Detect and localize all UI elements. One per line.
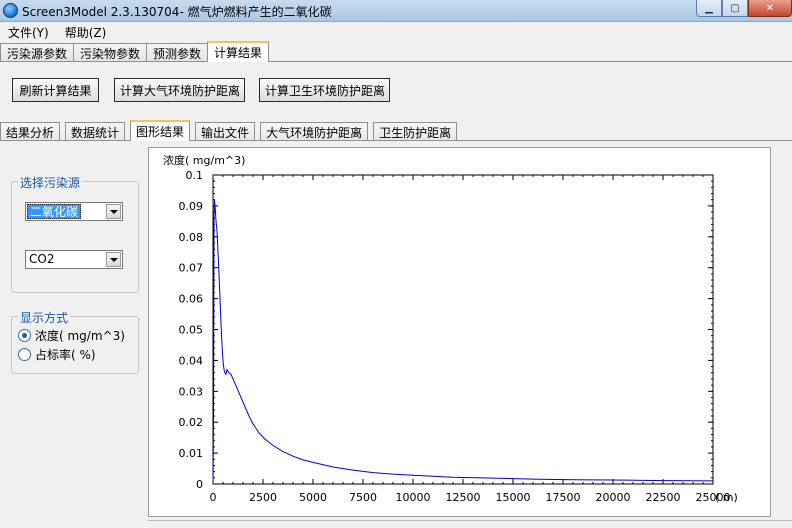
close-button[interactable]: ✕ — [748, 0, 792, 17]
subtab-output-file[interactable]: 输出文件 — [195, 122, 256, 141]
subtab-graph[interactable]: 图形结果 — [130, 120, 191, 141]
subtab-analysis[interactable]: 结果分析 — [0, 122, 61, 141]
y-tick-label: 0.01 — [179, 447, 204, 460]
y-axis-label: 浓度( mg/m^3) — [163, 153, 245, 167]
title-bar: Screen3Model 2.3.130704- 燃气炉燃料产生的二氧化碳 ▁ … — [0, 0, 792, 22]
x-tick-label: 7500 — [349, 491, 377, 504]
x-tick-label: 25000 — [696, 491, 731, 504]
x-tick-label: 12500 — [446, 491, 481, 504]
plot-frame — [212, 174, 714, 485]
tab-pollutant-params[interactable]: 污染物参数 — [73, 43, 148, 62]
subtab-atm-distance[interactable]: 大气环境防护距离 — [260, 122, 369, 141]
y-tick-label: 0.04 — [179, 354, 204, 367]
radio-concentration-label: 浓度( mg/m^3) — [35, 328, 125, 343]
y-tick-label: 0.09 — [179, 200, 204, 213]
refresh-results-button[interactable]: 刷新计算结果 — [12, 78, 99, 102]
subtab-divider — [0, 140, 792, 141]
main-tab-bar: 污染源参数 污染物参数 预测参数 计算结果 — [0, 41, 270, 62]
y-tick-label: 0.08 — [179, 231, 204, 244]
concentration-chart: 浓度( mg/m^3)( m)00.010.020.030.040.050.06… — [163, 153, 738, 504]
menu-file[interactable]: 文件(Y) — [0, 22, 57, 41]
chart-area: 浓度( mg/m^3)( m) 0 0.01 0.02 0.03 0.04 0.05 0.06… — [148, 147, 771, 517]
x-tick-label: 2500 — [249, 491, 277, 504]
minimize-icon: ▁ — [705, 2, 713, 14]
window-controls: ▁ ▢ ✕ — [696, 0, 792, 18]
tab-source-params[interactable]: 污染源参数 — [0, 43, 75, 62]
y-tick-label: 0 — [196, 478, 203, 491]
y-tick-label: 0.1 — [186, 169, 204, 182]
radio-percent-label: 占标率( %) — [35, 347, 96, 362]
series-line-0 — [212, 199, 714, 485]
source-select-value: 二氧化碳 — [27, 204, 82, 219]
y-tick-label: 0.03 — [179, 385, 204, 398]
display-mode-label: 显示方式 — [18, 309, 71, 326]
right-panel-edge — [772, 147, 792, 528]
radio-button-icon[interactable] — [18, 347, 31, 361]
minimize-button[interactable]: ▁ — [696, 0, 722, 17]
y-tick-label: 0.06 — [179, 293, 204, 306]
radio-percent[interactable]: 占标率( %) — [18, 346, 96, 362]
y-tick-label: 0.07 — [179, 262, 204, 275]
tab-results[interactable]: 计算结果 — [207, 41, 270, 62]
x-tick-label: 17500 — [546, 491, 581, 504]
app-icon — [3, 3, 18, 18]
health-protection-distance-button[interactable]: 计算卫生环境防护距离 — [259, 78, 390, 102]
y-tick-label: 0.02 — [179, 416, 204, 429]
x-tick-label: 10000 — [396, 491, 431, 504]
x-tick-label: 15000 — [496, 491, 531, 504]
menu-bar: 文件(Y) 帮助(Z) — [0, 22, 792, 41]
x-tick-label: 22500 — [646, 491, 681, 504]
chevron-down-icon[interactable] — [106, 252, 121, 267]
source-group: 选择污染源 二氧化碳 CO2 — [11, 174, 139, 293]
x-tick-label: 0 — [210, 491, 217, 504]
chevron-down-icon[interactable] — [106, 204, 121, 219]
subtab-statistics[interactable]: 数据统计 — [65, 122, 126, 141]
bottom-divider — [148, 520, 792, 521]
source-select[interactable]: 二氧化碳 — [25, 202, 123, 221]
radio-concentration[interactable]: 浓度( mg/m^3) — [18, 327, 125, 343]
sub-tab-bar: 结果分析 数据统计 图形结果 输出文件 大气环境防护距离 卫生防护距离 — [0, 120, 458, 141]
y-tick-label: 0.05 — [179, 324, 204, 337]
source-group-label: 选择污染源 — [18, 174, 83, 191]
maximize-button[interactable]: ▢ — [722, 0, 748, 17]
atm-protection-distance-button[interactable]: 计算大气环境防护距离 — [114, 78, 245, 102]
radio-button-icon[interactable] — [18, 328, 31, 342]
pollutant-select-value: CO2 — [29, 252, 55, 266]
window-title: Screen3Model 2.3.130704- 燃气炉燃料产生的二氧化碳 — [22, 5, 332, 19]
x-tick-label: 20000 — [596, 491, 631, 504]
close-icon: ✕ — [765, 2, 775, 14]
maximize-icon: ▢ — [730, 2, 740, 14]
subtab-health-distance[interactable]: 卫生防护距离 — [373, 122, 458, 141]
pollutant-select[interactable]: CO2 — [25, 250, 123, 269]
menu-help[interactable]: 帮助(Z) — [57, 22, 115, 41]
x-tick-label: 5000 — [299, 491, 327, 504]
tab-prediction-params[interactable]: 预测参数 — [146, 43, 209, 62]
